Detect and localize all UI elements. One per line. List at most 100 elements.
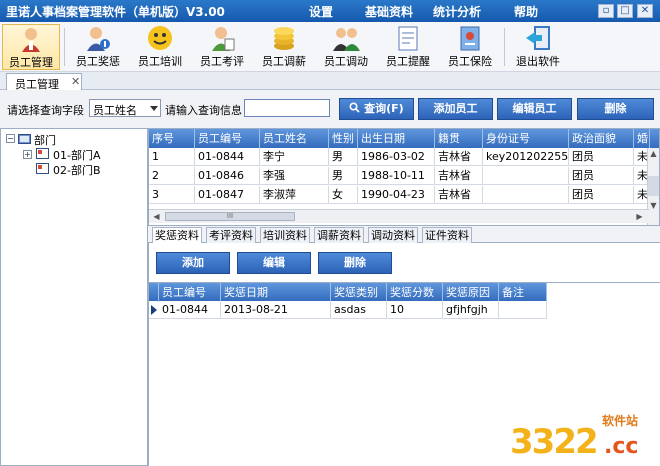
column-header[interactable]: 籍贯 — [435, 129, 483, 148]
tab-rewards[interactable]: 奖惩资料 — [152, 227, 202, 243]
toolbar-label: 员工管理 — [9, 56, 53, 69]
cell: 团员 — [569, 167, 634, 185]
minimize-button[interactable]: ▫ — [598, 4, 614, 18]
toolbar-reminder[interactable]: 员工提醒 — [380, 24, 436, 70]
detail-tabs: 奖惩资料 考评资料 培训资料 调薪资料 调动资料 证件资料 — [148, 226, 660, 243]
scroll-down-icon[interactable]: ▼ — [648, 200, 659, 212]
menu-basic-data[interactable]: 基础资料 — [365, 3, 413, 20]
table-row[interactable]: 3 01-0847 李淑萍 女 1990-04-23 吉林省 团员 未 — [149, 186, 650, 204]
column-header[interactable]: 员工编号 — [159, 283, 221, 302]
tab-evaluations[interactable]: 考评资料 — [206, 227, 256, 243]
toolbar-insurance[interactable]: 员工保险 — [442, 24, 498, 70]
close-window-button[interactable]: ✕ — [637, 4, 653, 18]
toolbar-transfer[interactable]: 员工调动 — [318, 24, 374, 70]
menu-help[interactable]: 帮助 — [514, 3, 538, 20]
cell: 1988-10-11 — [358, 167, 435, 185]
tab-transfers[interactable]: 调动资料 — [368, 227, 418, 243]
cell: 3 — [149, 186, 195, 204]
search-icon — [349, 102, 360, 113]
tab-salary-changes[interactable]: 调薪资料 — [314, 227, 364, 243]
field-select-value: 员工姓名 — [93, 104, 137, 117]
evaluation-icon — [212, 27, 235, 51]
delete-record-button[interactable]: 删除 — [318, 252, 392, 274]
reminder-icon — [398, 26, 418, 51]
column-header[interactable]: 奖惩类别 — [331, 283, 387, 302]
toolbar-reward[interactable]: 员工奖惩 — [70, 24, 126, 70]
scroll-thumb[interactable]: III — [165, 212, 295, 221]
toolbar-label: 员工调动 — [324, 55, 368, 68]
cell — [483, 167, 569, 185]
cell: 01-0844 — [159, 301, 221, 319]
close-tab-icon[interactable]: ✕ — [71, 75, 80, 88]
horizontal-scrollbar[interactable]: ◀ III ▶ — [149, 209, 649, 223]
scroll-thumb[interactable] — [648, 176, 659, 196]
cell: 01-0844 — [195, 148, 260, 166]
cell: 团员 — [569, 186, 634, 204]
edit-record-button[interactable]: 编辑 — [237, 252, 311, 274]
table-row[interactable]: 01-0844 2013-08-21 asdas 10 gfjhfgjh — [149, 301, 547, 319]
folder-icon — [18, 134, 31, 144]
field-select-label: 请选择查询字段 — [7, 104, 84, 117]
add-record-button[interactable]: 添加 — [156, 252, 230, 274]
cell: 男 — [329, 167, 358, 185]
watermark-site: 软件站 — [602, 414, 639, 428]
employee-grid: 序号 员工编号 员工姓名 性别 出生日期 籍贯 身份证号 政治面貌 婚 1 01… — [148, 128, 660, 226]
toolbar-evaluation[interactable]: 员工考评 — [194, 24, 250, 70]
table-row[interactable]: 2 01-0846 李强 男 1988-10-11 吉林省 团员 未 — [149, 167, 650, 185]
toolbar-salary[interactable]: 员工调薪 — [256, 24, 312, 70]
edit-employee-button[interactable]: 编辑员工 — [497, 98, 572, 120]
toolbar-training[interactable]: 员工培训 — [132, 24, 188, 70]
cell: 女 — [329, 186, 358, 204]
toolbar-user-manage[interactable]: 员工管理 — [2, 24, 60, 70]
delete-employee-button[interactable]: 删除 — [577, 98, 654, 120]
column-header[interactable]: 员工编号 — [195, 129, 260, 148]
query-button[interactable]: 查询(F) — [339, 98, 414, 120]
table-row[interactable]: 1 01-0844 李宁 男 1986-03-02 吉林省 key2012022… — [149, 148, 650, 166]
cell: 01-0846 — [195, 167, 260, 185]
column-header[interactable]: 出生日期 — [358, 129, 435, 148]
column-header[interactable]: 序号 — [149, 129, 195, 148]
cell: 团员 — [569, 148, 634, 166]
column-header[interactable]: 身份证号 — [483, 129, 569, 148]
tab-trainings[interactable]: 培训资料 — [260, 227, 310, 243]
cell: key2012022554 — [483, 148, 569, 166]
expand-icon[interactable]: + — [23, 150, 32, 159]
add-employee-button[interactable]: 添加员工 — [418, 98, 493, 120]
department-icon — [36, 163, 49, 174]
query-input[interactable] — [244, 99, 330, 117]
menu-settings[interactable]: 设置 — [309, 3, 333, 20]
toolbar-label: 员工保险 — [448, 55, 492, 68]
column-header[interactable]: 奖惩分数 — [387, 283, 443, 302]
column-header[interactable]: 性别 — [329, 129, 358, 148]
scroll-up-icon[interactable]: ▲ — [648, 148, 659, 160]
toolbar-exit[interactable]: 退出软件 — [510, 24, 566, 70]
column-header[interactable]: 备注 — [499, 283, 547, 302]
column-header[interactable]: 奖惩原因 — [443, 283, 499, 302]
column-header[interactable]: 员工姓名 — [260, 129, 329, 148]
salary-icon — [274, 27, 294, 50]
cell: 10 — [387, 301, 443, 319]
scroll-right-icon[interactable]: ▶ — [634, 211, 645, 223]
insurance-icon — [460, 26, 480, 51]
maximize-button[interactable]: □ — [617, 4, 633, 18]
user-manage-icon — [22, 28, 40, 52]
scroll-left-icon[interactable]: ◀ — [151, 211, 162, 223]
tree-node-department-a[interactable]: 01-部门A — [53, 147, 101, 163]
menu-statistics[interactable]: 统计分析 — [433, 3, 481, 20]
cell: gfjhfgjh — [443, 301, 499, 319]
column-header[interactable]: 奖惩日期 — [221, 283, 331, 302]
tree-node-department-b[interactable]: 02-部门B — [53, 162, 101, 178]
search-bar: 请选择查询字段 员工姓名 请输入查询信息 查询(F) 添加员工 编辑员工 删除 — [0, 90, 660, 128]
training-icon — [148, 26, 172, 50]
transfer-icon — [333, 28, 360, 51]
document-tab-strip: 员工管理 ✕ — [0, 72, 660, 91]
field-select[interactable]: 员工姓名 — [89, 99, 161, 117]
column-header[interactable]: 婚 — [634, 129, 650, 148]
collapse-icon[interactable]: − — [6, 134, 15, 143]
tree-root[interactable]: 部门 — [34, 132, 56, 148]
column-header[interactable]: 政治面貌 — [569, 129, 634, 148]
tab-employee-management[interactable]: 员工管理 ✕ — [6, 73, 82, 91]
cell: 1990-04-23 — [358, 186, 435, 204]
query-input-label: 请输入查询信息 — [165, 104, 242, 117]
tab-certificates[interactable]: 证件资料 — [422, 227, 472, 243]
